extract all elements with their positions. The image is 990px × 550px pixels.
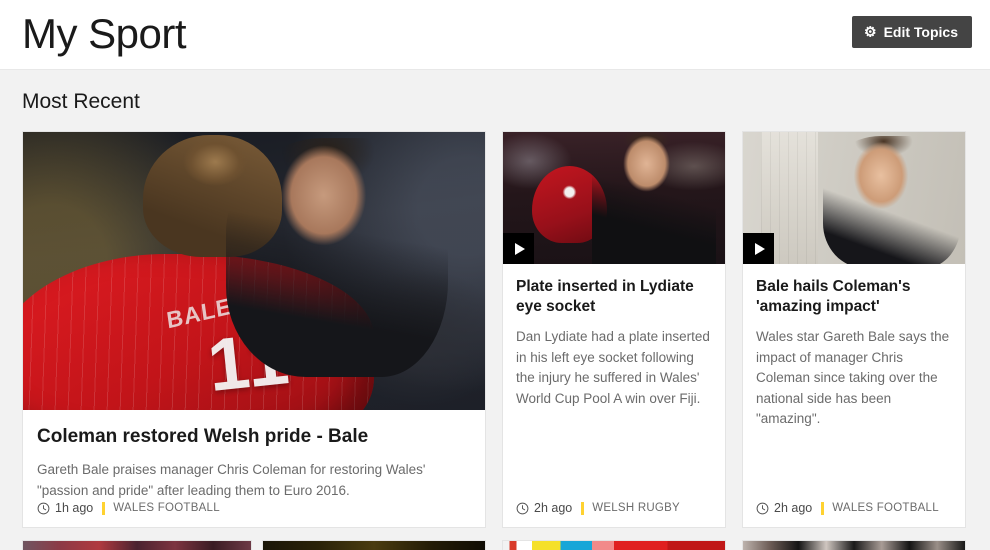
article-image[interactable] [503,132,725,264]
photo-lydiate-cap [503,132,725,264]
meta-divider [821,501,825,515]
edit-topics-label: Edit Topics [883,24,958,40]
photo-detail-hair-bun [143,134,282,258]
article-card-next-2[interactable] [262,540,486,550]
article-topic[interactable]: WELSH RUGBY [592,502,680,514]
article-image[interactable] [743,132,965,264]
article-card-next-4[interactable] [742,540,966,550]
article-body: Coleman restored Welsh pride - Bale Gare… [23,410,485,502]
article-meta: 2h ago WELSH RUGBY [516,501,680,515]
app-header: My Sport ⚙ Edit Topics [0,0,990,70]
article-card-lead[interactable]: BALE 11 Coleman restored Welsh pride - B… [22,131,486,528]
article-timestamp: 1h ago [55,501,94,515]
article-meta: 1h ago WALES FOOTBALL [37,501,220,515]
article-headline[interactable]: Bale hails Coleman's 'amazing impact' [756,277,952,316]
play-triangle-glyph [754,242,765,255]
article-image [503,541,725,550]
article-body: Plate inserted in Lydiate eye socket Dan… [503,264,725,409]
gear-icon: ⚙ [864,23,877,40]
article-summary: Wales star Gareth Bale says the impact o… [756,329,950,427]
article-image [743,541,965,550]
article-image [263,541,485,550]
photo-detail-shirt-number: 11 [203,316,295,408]
clock-icon [756,502,769,514]
meta-divider [102,501,106,515]
article-image[interactable]: BALE 11 [23,132,485,410]
clock-icon [516,502,529,514]
article-timestamp: 2h ago [774,501,813,515]
article-card-next-1[interactable] [22,540,252,550]
article-topic[interactable]: WALES FOOTBALL [832,502,939,514]
play-icon[interactable] [503,233,534,264]
article-card-secondary-1[interactable]: Plate inserted in Lydiate eye socket Dan… [502,131,726,528]
article-card-secondary-2[interactable]: Bale hails Coleman's 'amazing impact' Wa… [742,131,966,528]
photo-bale-coleman-embrace: BALE 11 [23,132,485,410]
section-heading-most-recent: Most Recent [22,90,140,113]
article-card-next-3[interactable] [502,540,726,550]
page-title: My Sport [22,10,187,57]
play-icon[interactable] [743,233,774,264]
article-summary: Gareth Bale praises manager Chris Colema… [37,461,426,498]
play-triangle-glyph [514,242,525,255]
article-topic[interactable]: WALES FOOTBALL [113,502,220,514]
article-timestamp: 2h ago [534,501,573,515]
article-image [23,541,251,550]
article-summary: Dan Lydiate had a plate inserted in his … [516,329,710,406]
meta-divider [581,501,585,515]
next-article-row-partial [0,540,990,550]
photo-bale-interview [743,132,965,264]
clock-icon [37,502,50,514]
article-meta: 2h ago WALES FOOTBALL [756,501,939,515]
article-body: Bale hails Coleman's 'amazing impact' Wa… [743,264,965,430]
article-headline[interactable]: Plate inserted in Lydiate eye socket [516,277,712,316]
article-headline[interactable]: Coleman restored Welsh pride - Bale [37,426,471,449]
edit-topics-button[interactable]: ⚙ Edit Topics [852,16,972,48]
